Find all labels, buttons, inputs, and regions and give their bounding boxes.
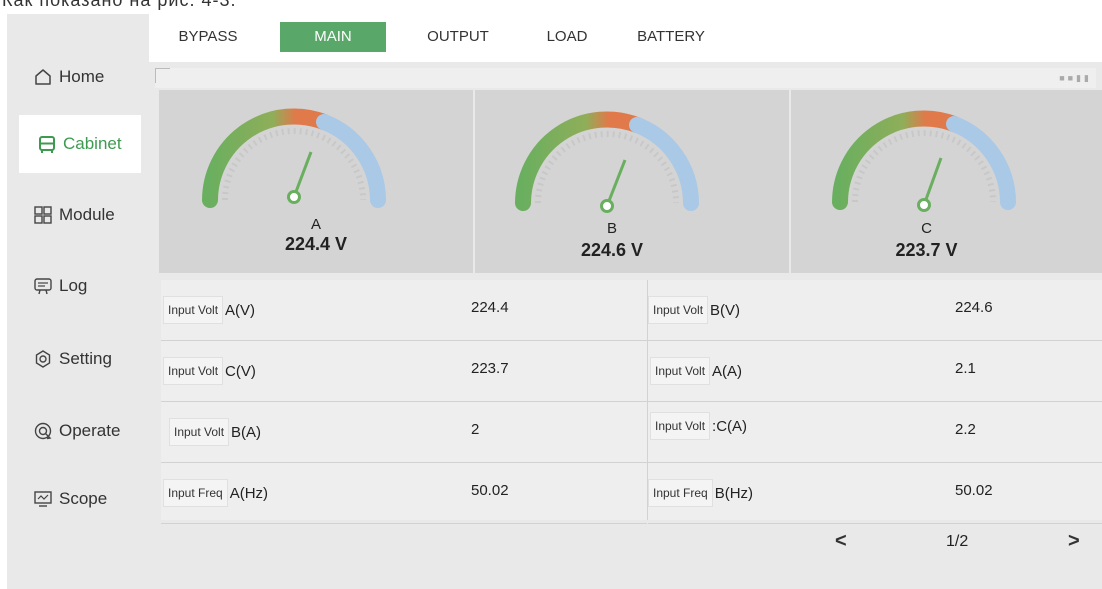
param-tag: Input Volt: [650, 412, 711, 440]
sidebar-item-label: Module: [59, 205, 115, 224]
more-dots-icon: ■■▮▮: [1059, 73, 1092, 83]
param-tag: Input Volt: [648, 296, 709, 324]
table-row: Input Volt A(A) 2.1: [648, 341, 1102, 402]
gauge-panel-b: B 224.6 V: [475, 90, 789, 273]
param-value: 2: [471, 421, 480, 438]
row-label: Input Volt A(V): [163, 296, 255, 324]
param-value: 50.02: [955, 482, 993, 499]
param-label: A(V): [225, 301, 256, 319]
param-label: C(V): [225, 362, 256, 380]
measurement-table: Input Volt A(V) 224.4 Input Volt B(V) 22…: [161, 280, 1102, 524]
page-caption: Как показано на рис. 4-3.: [0, 0, 1102, 14]
module-icon: [33, 205, 53, 225]
chevron-left-icon[interactable]: <: [835, 530, 847, 553]
param-value: 223.7: [471, 360, 509, 377]
sidebar-item-log[interactable]: Log: [7, 257, 149, 315]
sidebar: Home Cabinet Module Log Setting Operate: [7, 14, 149, 589]
param-tag: Input Volt: [163, 357, 224, 385]
sidebar-item-operate[interactable]: Operate: [7, 402, 149, 460]
table-row: Input Volt C(V) 223.7: [161, 341, 647, 402]
param-value: 224.4: [471, 299, 509, 316]
table-row: Input Volt B(A) 2: [161, 402, 647, 463]
param-label: B(V): [710, 301, 741, 319]
gauge-value: 223.7 V: [895, 240, 958, 260]
table-row: Input Volt A(V) 224.4: [161, 280, 647, 341]
param-label: B(A): [231, 423, 262, 441]
main-content: ■■▮▮ A 224.4 V B 224.6 V C 223.7 V Input…: [149, 62, 1102, 589]
tab-battery[interactable]: BATTERY: [631, 22, 711, 52]
param-value: 50.02: [471, 482, 509, 499]
param-tag: Input Volt: [163, 296, 224, 324]
param-label: :C(A): [712, 417, 748, 435]
gauge-phase-label: B: [606, 220, 617, 237]
gauge-phase-label: C: [921, 220, 932, 237]
gauge-phase-label: A: [310, 216, 321, 233]
operate-icon: [33, 421, 53, 441]
panel-header: ■■▮▮: [155, 68, 1096, 88]
page-indicator: 1/2: [946, 533, 969, 550]
param-label: B(Hz): [714, 484, 754, 502]
sidebar-item-label: Setting: [59, 349, 112, 368]
caption-text: Как показано на рис. 4-3.: [2, 0, 237, 10]
sidebar-item-label: Scope: [59, 489, 108, 508]
row-label: Input Volt B(A): [169, 418, 261, 446]
cabinet-icon: [37, 134, 57, 154]
sidebar-item-module[interactable]: Module: [7, 186, 149, 244]
gauge-panel-a: A 224.4 V: [159, 90, 473, 273]
tab-load[interactable]: LOAD: [537, 22, 597, 52]
param-value: 2.1: [955, 360, 976, 377]
row-label: Input Freq B(Hz): [648, 479, 753, 507]
sidebar-item-scope[interactable]: Scope: [7, 470, 149, 528]
table-row: Input Freq B(Hz) 50.02: [648, 463, 1102, 524]
home-icon: [33, 67, 53, 87]
gauge-panel-c: C 223.7 V: [791, 90, 1102, 273]
param-tag: Input Freq: [163, 479, 228, 507]
param-value: 224.6: [955, 299, 993, 316]
table-row: Input Freq A(Hz) 50.02: [161, 463, 647, 524]
row-label: Input Volt :C(A): [650, 412, 747, 440]
sidebar-item-setting[interactable]: Setting: [7, 330, 149, 388]
sidebar-item-cabinet[interactable]: Cabinet: [19, 115, 141, 173]
tab-bar: BYPASS MAIN OUTPUT LOAD BATTERY: [149, 14, 1102, 60]
tab-bypass[interactable]: BYPASS: [173, 22, 243, 52]
row-label: Input Freq A(Hz): [163, 479, 268, 507]
chevron-right-icon[interactable]: >: [1068, 530, 1080, 553]
sidebar-item-label: Home: [59, 67, 105, 86]
sidebar-item-home[interactable]: Home: [7, 48, 149, 106]
gear-icon: [33, 349, 53, 369]
param-tag: Input Volt: [169, 418, 230, 446]
row-label: Input Volt A(A): [650, 357, 742, 385]
tab-output[interactable]: OUTPUT: [423, 22, 493, 52]
table-row: Input Volt :C(A) 2.2: [648, 402, 1102, 463]
sidebar-item-label: Cabinet: [63, 134, 122, 153]
row-label: Input Volt C(V): [163, 357, 256, 385]
sidebar-item-label: Log: [59, 276, 88, 295]
table-row: Input Volt B(V) 224.6: [648, 280, 1102, 341]
scope-icon: [33, 489, 53, 509]
param-tag: Input Freq: [648, 479, 713, 507]
param-label: A(Hz): [229, 484, 269, 502]
row-label: Input Volt B(V): [648, 296, 740, 324]
corner-marker: [155, 68, 170, 83]
gauge-value: 224.4 V: [284, 234, 348, 254]
param-value: 2.2: [955, 421, 976, 438]
param-tag: Input Volt: [650, 357, 711, 385]
sidebar-item-label: Operate: [59, 421, 121, 440]
tab-main[interactable]: MAIN: [280, 22, 386, 52]
param-label: A(A): [712, 362, 743, 380]
log-icon: [33, 276, 53, 296]
gauge-value: 224.6 V: [580, 240, 644, 260]
